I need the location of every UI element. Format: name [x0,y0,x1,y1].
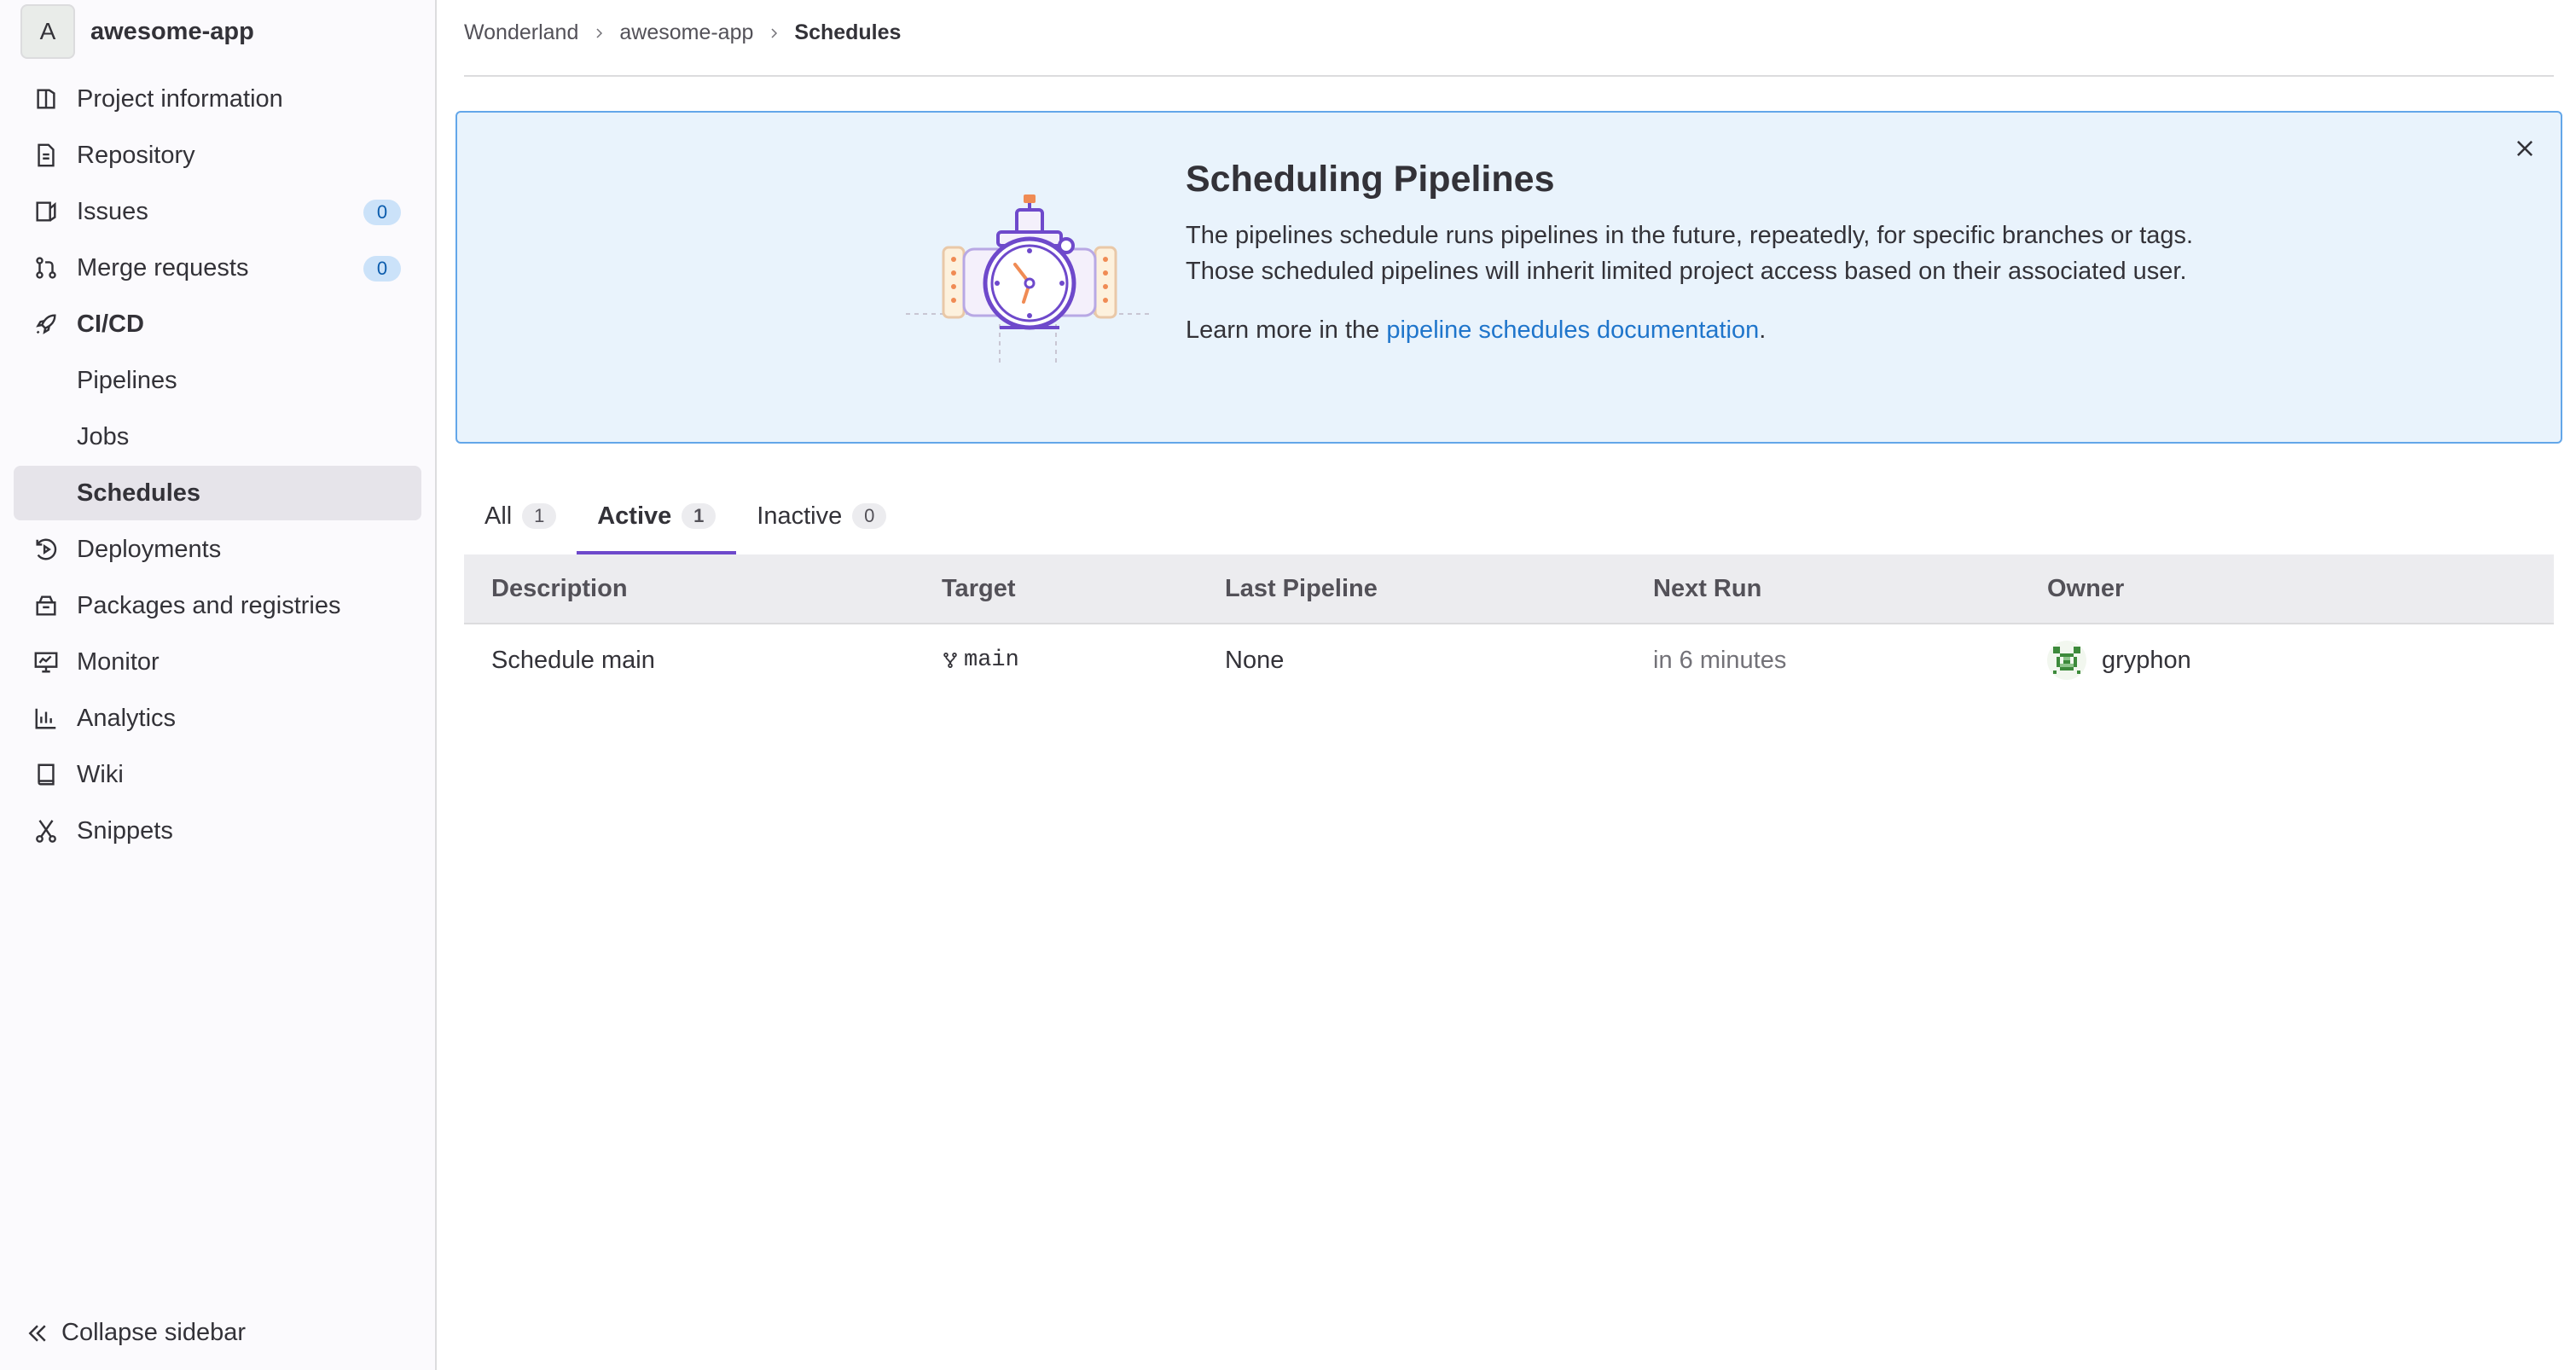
tab-label: Active [597,502,672,530]
schedule-last-pipeline: None [1225,646,1285,674]
banner-title: Scheduling Pipelines [1186,159,1555,200]
stopwatch-illustration [906,194,1153,367]
sidebar-item-analytics[interactable]: Analytics [14,691,421,746]
sidebar-item-project-information[interactable]: Project information [14,72,421,126]
identicon-icon [2053,647,2080,674]
schedule-target[interactable]: main [942,647,1019,673]
deployments-icon [32,536,60,563]
merge-request-icon [32,254,60,282]
snippet-icon [32,817,60,845]
package-icon [32,592,60,619]
branch-icon [943,653,957,668]
target-branch-name[interactable]: main [964,647,1019,673]
breadcrumb-item-project[interactable]: awesome-app [619,20,753,45]
sidebar: A awesome-app Project information Reposi… [0,0,437,1370]
sidebar-item-deployments[interactable]: Deployments [14,522,421,577]
owner-avatar[interactable] [2047,641,2086,680]
schedule-owner[interactable]: gryphon [2047,641,2191,680]
issues-icon [32,198,60,225]
learn-more-suffix: . [1759,316,1767,344]
sidebar-item-wiki[interactable]: Wiki [14,747,421,802]
chevron-right-icon [771,27,778,38]
schedule-tabs: All 1 Active 1 Inactive 0 [464,478,2554,554]
sidebar-item-label: Snippets [77,816,173,845]
sidebar-item-label: CI/CD [77,310,144,338]
sidebar-item-merge-requests[interactable]: Merge requests 0 [14,241,421,295]
tab-count-badge: 1 [682,503,717,529]
tab-active[interactable]: Active 1 [577,478,737,554]
table-header: Description Target Last Pipeline Next Ru… [464,554,2554,624]
double-chevron-left-icon [28,1324,46,1342]
document-icon [32,142,60,169]
sidebar-item-cicd[interactable]: CI/CD [14,297,421,351]
sidebar-item-label: Monitor [77,647,160,676]
banner-text: Scheduling Pipelines The pipelines sched… [1186,159,2209,345]
sidebar-item-issues[interactable]: Issues 0 [14,184,421,239]
sidebar-item-label: Analytics [77,704,177,732]
owner-username[interactable]: gryphon [2102,647,2191,675]
chart-icon [32,705,60,732]
rocket-icon [32,311,60,338]
sidebar-item-repository[interactable]: Repository [14,128,421,183]
sidebar-nav: Project information Repository Issues 0 [14,72,421,860]
sidebar-item-label: Pipelines [77,366,177,394]
sidebar-item-label: Project information [77,84,283,113]
breadcrumb-divider [464,75,2554,77]
sidebar-item-snippets[interactable]: Snippets [14,804,421,858]
tab-count-badge: 0 [852,503,887,529]
banner-learn-more: Learn more in the pipeline schedules doc… [1186,316,2209,345]
sidebar-item-packages[interactable]: Packages and registries [14,578,421,633]
scheduling-pipelines-banner: Scheduling Pipelines The pipelines sched… [455,111,2562,444]
tab-count-badge: 1 [522,503,557,529]
collapse-sidebar-button[interactable]: Collapse sidebar [26,1319,246,1347]
app-root: A awesome-app Project information Reposi… [0,0,2576,1370]
column-header-description: Description [491,574,628,602]
sidebar-item-label: Schedules [77,479,201,507]
pipeline-schedules-documentation-link[interactable]: pipeline schedules documentation [1386,316,1759,344]
merge-requests-count-badge: 0 [363,256,401,282]
table-row: Schedule main main None in 6 minutes gry… [464,624,2554,696]
column-header-owner: Owner [2047,574,2125,602]
sidebar-item-label: Packages and registries [77,591,341,619]
tab-label: All [484,502,513,530]
sidebar-item-pipelines[interactable]: Pipelines [14,353,421,408]
schedule-next-run: in 6 minutes [1653,646,1787,674]
sidebar-item-label: Repository [77,141,195,169]
breadcrumb-item-current[interactable]: Schedules [794,20,901,45]
project-avatar[interactable]: A [20,4,75,59]
close-icon [2516,140,2533,157]
issues-count-badge: 0 [363,200,401,225]
project-name[interactable]: awesome-app [90,18,254,46]
column-header-target: Target [942,574,1016,602]
banner-close-button[interactable] [2509,133,2540,164]
tab-label: Inactive [757,502,843,530]
column-header-last-pipeline: Last Pipeline [1225,574,1378,602]
sidebar-item-label: Jobs [77,422,130,450]
main-content: Wonderland awesome-app Schedules Schedul… [438,0,2576,1370]
sidebar-item-schedules[interactable]: Schedules [14,466,421,520]
sidebar-item-jobs[interactable]: Jobs [14,409,421,464]
tab-all[interactable]: All 1 [464,478,577,554]
breadcrumb: Wonderland awesome-app Schedules [464,20,901,45]
breadcrumb-item-group[interactable]: Wonderland [464,20,578,45]
sidebar-item-monitor[interactable]: Monitor [14,635,421,689]
banner-description: The pipelines schedule runs pipelines in… [1186,222,2194,285]
book-icon [32,761,60,788]
chevron-right-icon [596,27,603,38]
tab-inactive[interactable]: Inactive 0 [736,478,907,554]
sidebar-item-label: Issues [77,197,148,225]
schedules-table: Description Target Last Pipeline Next Ru… [464,554,2554,696]
sidebar-item-label: Deployments [77,535,222,563]
sidebar-item-label: Wiki [77,760,124,788]
project-info-icon [32,85,60,113]
column-header-next-run: Next Run [1653,574,1762,602]
project-header[interactable]: A awesome-app [20,3,254,60]
sidebar-item-label: Merge requests [77,253,249,282]
collapse-sidebar-label: Collapse sidebar [61,1319,247,1346]
schedule-description: Schedule main [491,646,655,674]
monitor-icon [32,648,60,676]
learn-more-prefix: Learn more in the [1186,316,1387,344]
